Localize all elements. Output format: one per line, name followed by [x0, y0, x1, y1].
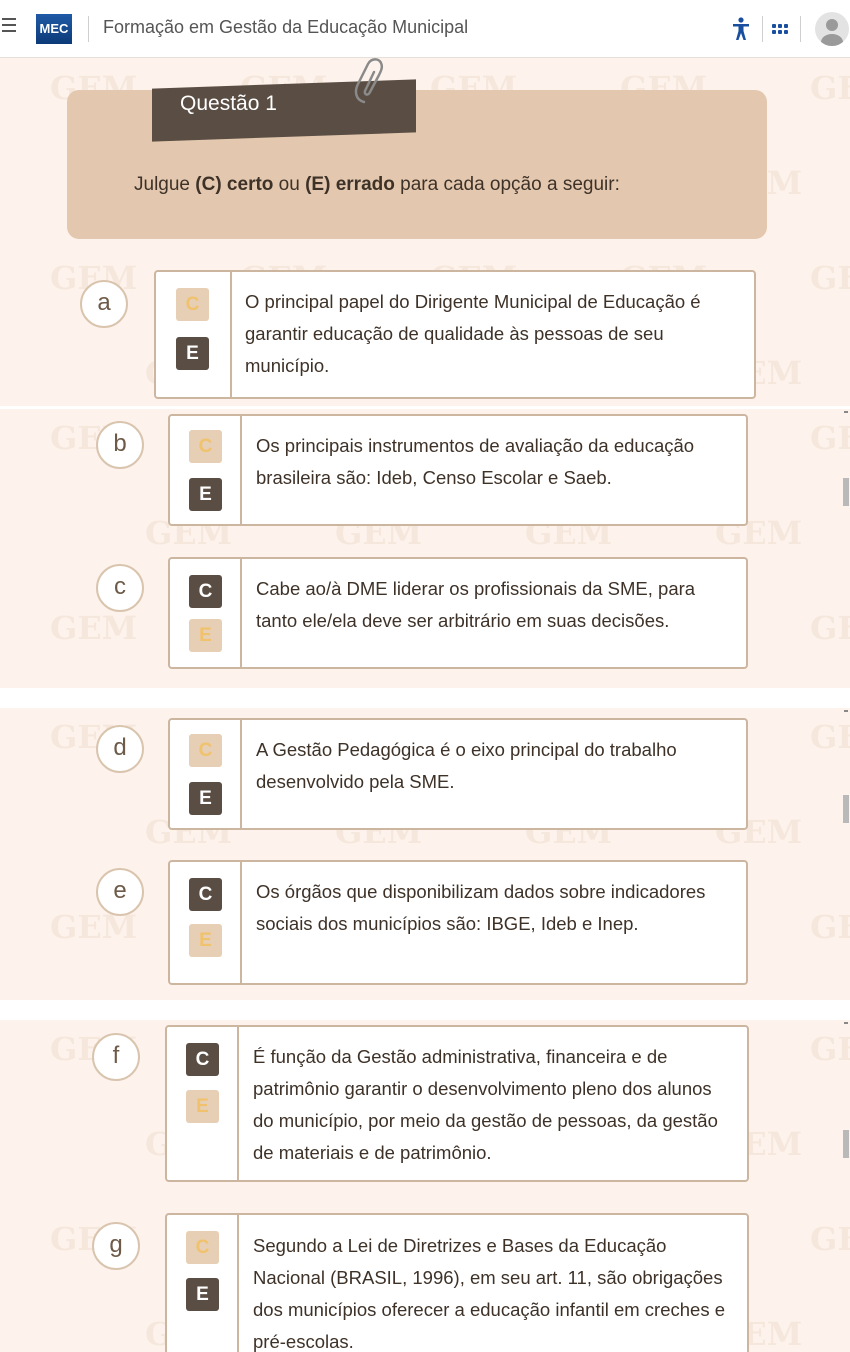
item-letter: b: [96, 421, 144, 469]
scroll-up-arrow[interactable]: [844, 710, 848, 712]
mec-logo[interactable]: MEC: [36, 14, 72, 44]
question-instruction: Julgue (C) certo ou (E) errado para cada…: [134, 174, 620, 195]
divider: [800, 16, 801, 42]
option-certo-button[interactable]: C: [189, 878, 222, 911]
scrollbar-thumb[interactable]: [843, 1130, 849, 1158]
statement-card: C E Os principais instrumentos de avalia…: [168, 414, 748, 526]
statement-card: C E Cabe ao/à DME liderar os profissiona…: [168, 557, 748, 669]
statement-text: É função da Gestão administrativa, finan…: [253, 1046, 718, 1163]
statement-card: C E Segundo a Lei de Diretrizes e Bases …: [165, 1213, 749, 1352]
option-errado-button[interactable]: E: [189, 782, 222, 815]
card-divider: [240, 862, 242, 983]
option-errado-button[interactable]: E: [186, 1278, 219, 1311]
watermark: GEM: [810, 718, 850, 756]
card-divider: [230, 272, 232, 397]
scrollbar-thumb[interactable]: [843, 478, 849, 506]
menu-icon[interactable]: [2, 18, 16, 32]
statement-card: C E Os órgãos que disponibilizam dados s…: [168, 860, 748, 985]
option-certo-button[interactable]: C: [189, 430, 222, 463]
scroll-up-arrow[interactable]: [844, 1022, 848, 1024]
statement-card: C E A Gestão Pedagógica é o eixo princip…: [168, 718, 748, 830]
statement-text: Os principais instrumentos de avaliação …: [256, 435, 695, 488]
option-errado-button[interactable]: E: [176, 337, 209, 370]
statement-card: C E É função da Gestão administrativa, f…: [165, 1025, 749, 1182]
option-certo-button[interactable]: C: [186, 1043, 219, 1076]
item-letter: a: [80, 280, 128, 328]
item-letter: c: [96, 564, 144, 612]
statement-text: Os órgãos que disponibilizam dados sobre…: [256, 881, 706, 934]
option-certo-button[interactable]: C: [189, 575, 222, 608]
watermark: GEM: [50, 609, 138, 647]
app-title: Formação em Gestão da Educação Municipal: [103, 17, 469, 37]
section-divider: [0, 688, 850, 708]
top-bar: MEC Formação em Gestão da Educação Munic…: [0, 0, 850, 58]
scroll-up-arrow[interactable]: [844, 411, 848, 413]
question-number: Questão 1: [180, 92, 277, 115]
item-letter: e: [96, 868, 144, 916]
option-errado-button[interactable]: E: [189, 478, 222, 511]
item-letter: g: [92, 1222, 140, 1270]
watermark: GEM: [810, 259, 850, 297]
statement-text: Cabe ao/à DME liderar os profissionais d…: [256, 578, 696, 631]
statement-text: Segundo a Lei de Diretrizes e Bases da E…: [253, 1235, 726, 1352]
card-divider: [240, 416, 242, 524]
card-divider: [240, 559, 242, 667]
watermark: GEM: [810, 908, 850, 946]
card-divider: [237, 1027, 239, 1180]
divider: [88, 16, 89, 42]
watermark: GEM: [810, 1220, 850, 1258]
watermark: GEM: [810, 419, 850, 457]
item-letter: f: [92, 1033, 140, 1081]
paperclip-icon: [354, 58, 384, 104]
watermark: GEM: [810, 609, 850, 647]
statement-card: C E O principal papel do Dirigente Munic…: [154, 270, 756, 399]
user-avatar-icon[interactable]: [815, 12, 849, 46]
apps-grid-icon[interactable]: [772, 24, 788, 34]
statement-text: O principal papel do Dirigente Municipal…: [245, 291, 701, 376]
card-divider: [240, 720, 242, 828]
scrollbar-thumb[interactable]: [843, 795, 849, 823]
option-errado-button[interactable]: E: [189, 924, 222, 957]
accessibility-icon[interactable]: [731, 17, 751, 41]
option-certo-button[interactable]: C: [189, 734, 222, 767]
watermark: GEM: [810, 69, 850, 107]
section-divider: [0, 1000, 850, 1020]
option-errado-button[interactable]: E: [186, 1090, 219, 1123]
option-certo-button[interactable]: C: [186, 1231, 219, 1264]
divider: [762, 16, 763, 42]
card-divider: [237, 1215, 239, 1352]
statement-text: A Gestão Pedagógica é o eixo principal d…: [256, 739, 677, 792]
option-certo-button[interactable]: C: [176, 288, 209, 321]
watermark: GEM: [810, 1030, 850, 1068]
item-letter: d: [96, 725, 144, 773]
option-errado-button[interactable]: E: [189, 619, 222, 652]
